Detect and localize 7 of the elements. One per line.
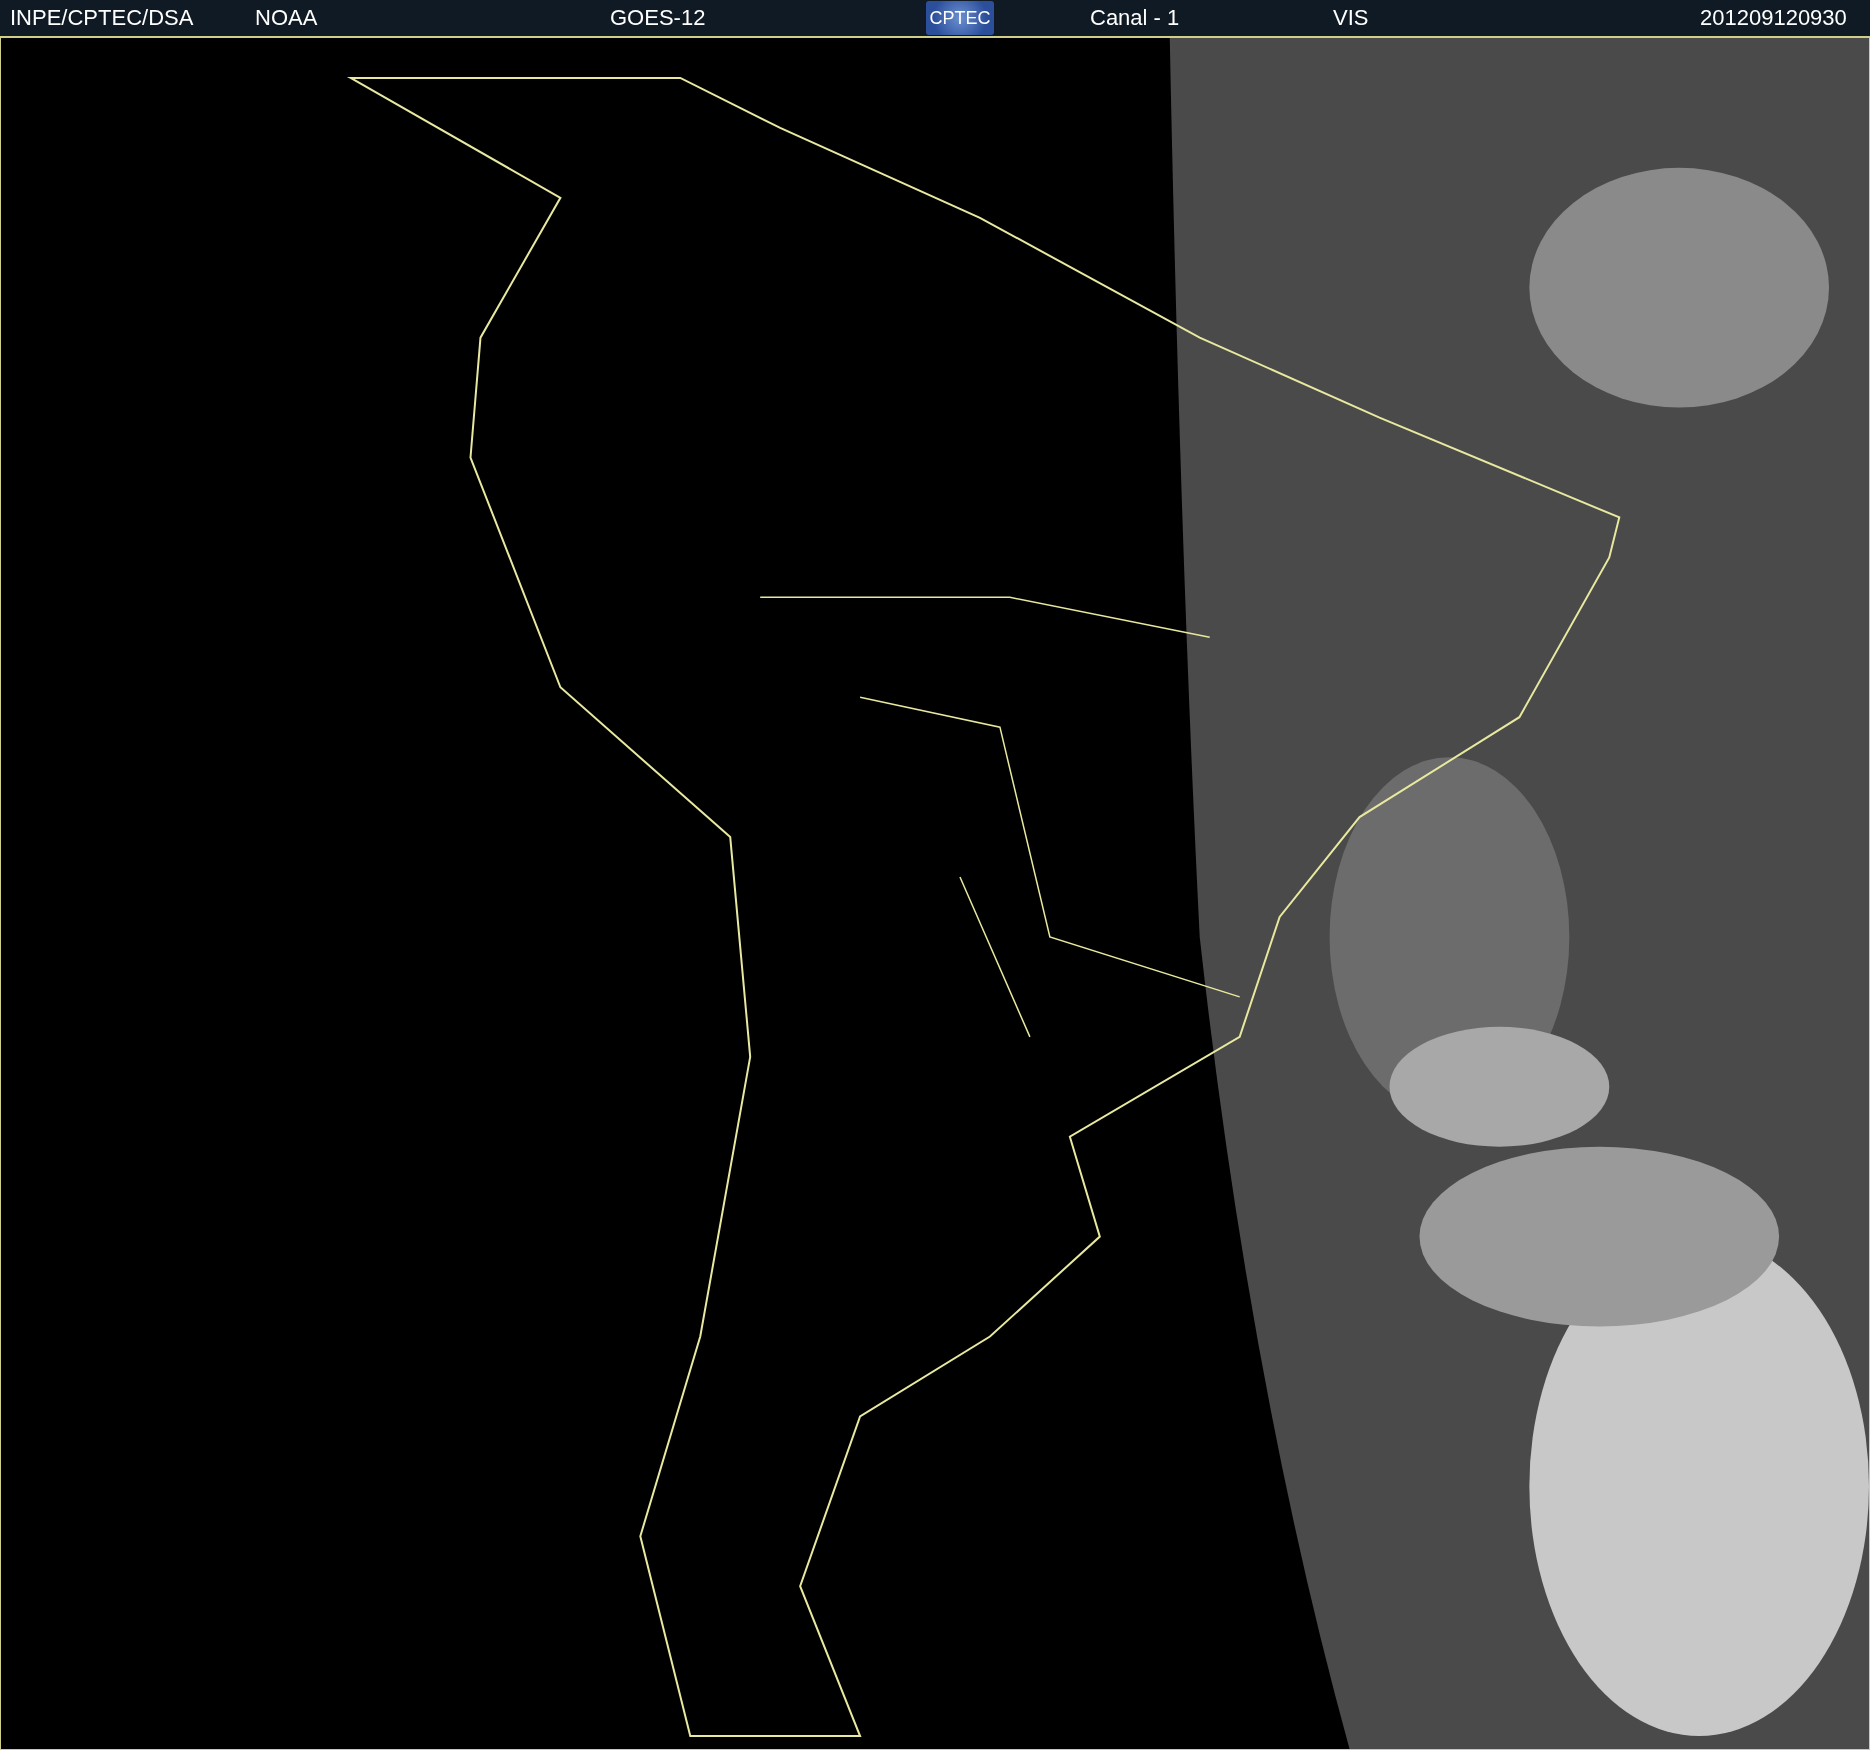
header-label: INPE/CPTEC/DSA xyxy=(10,5,195,31)
band-label: VIS xyxy=(1333,5,1370,31)
header-label: NOAA xyxy=(255,5,319,31)
timestamp: 201209120930 xyxy=(1700,5,1848,31)
logo: CPTEC xyxy=(926,1,994,35)
channel-label: Canal - 1 xyxy=(1090,5,1181,31)
header-label: GOES-12 xyxy=(610,5,707,31)
